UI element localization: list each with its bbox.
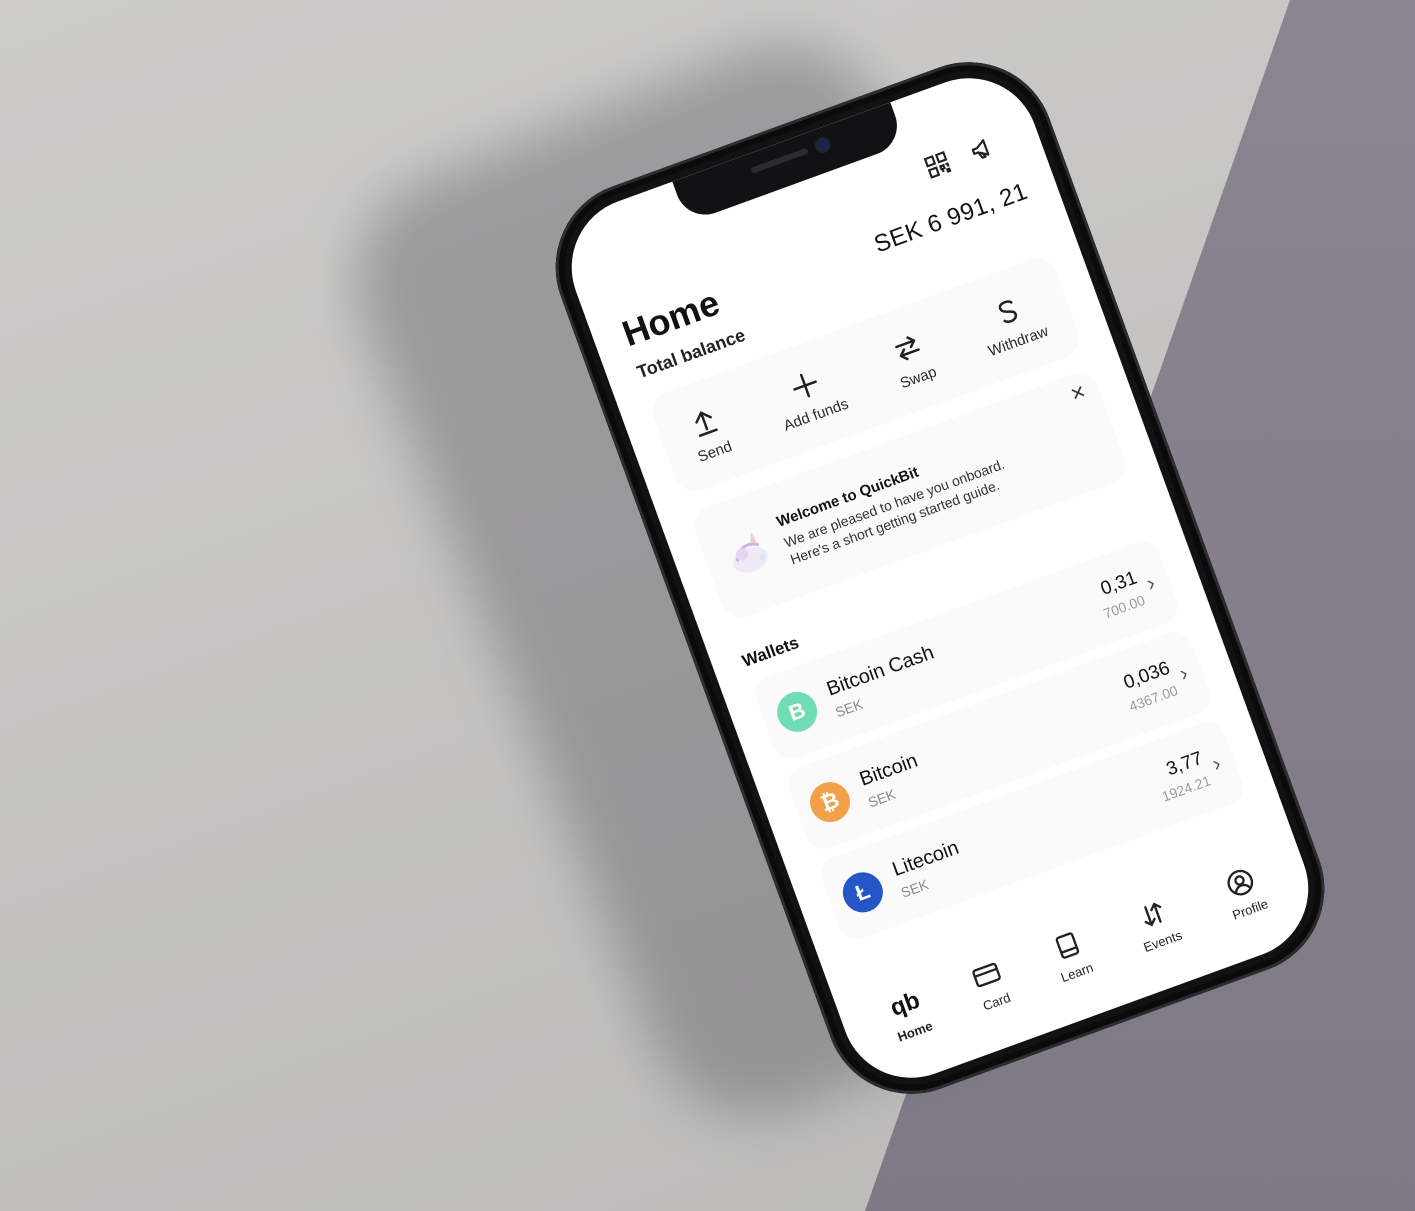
bitcoin-icon: ₿ bbox=[804, 776, 856, 828]
profile-icon bbox=[1227, 869, 1254, 895]
swap-label: Swap bbox=[897, 362, 939, 392]
withdraw-button[interactable]: Withdraw bbox=[972, 285, 1050, 360]
tab-learn-label: Learn bbox=[1058, 959, 1096, 985]
tab-home-label: Home bbox=[895, 1017, 935, 1045]
tab-home[interactable]: qb Home bbox=[883, 984, 935, 1045]
withdraw-label: Withdraw bbox=[985, 322, 1051, 360]
bitcoin-cash-icon: B bbox=[771, 686, 823, 738]
tab-events[interactable]: Events bbox=[1129, 893, 1184, 955]
earpiece-speaker bbox=[750, 147, 809, 174]
add-funds-label: Add funds bbox=[781, 395, 851, 435]
unicorn-illustration-icon bbox=[732, 531, 768, 573]
tab-learn[interactable]: Learn bbox=[1046, 925, 1096, 985]
send-label: Send bbox=[695, 437, 735, 466]
send-button[interactable]: Send bbox=[682, 400, 735, 466]
chevron-right-icon: › bbox=[1175, 659, 1192, 686]
chevron-right-icon: › bbox=[1208, 750, 1225, 777]
plus-icon bbox=[793, 373, 817, 397]
swap-button[interactable]: Swap bbox=[884, 325, 939, 392]
card-icon bbox=[972, 962, 1002, 987]
total-balance-value: SEK 6 991, 21 bbox=[870, 177, 1032, 259]
chevron-right-icon: › bbox=[1142, 569, 1159, 596]
swap-arrows-icon bbox=[895, 335, 920, 360]
up-down-arrows-icon bbox=[1144, 902, 1162, 926]
book-icon bbox=[1055, 932, 1079, 959]
add-funds-button[interactable]: Add funds bbox=[768, 357, 851, 434]
top-icons bbox=[921, 132, 999, 182]
tab-card[interactable]: Card bbox=[968, 955, 1012, 1013]
qr-code-icon[interactable] bbox=[921, 148, 954, 181]
tab-profile[interactable]: Profile bbox=[1218, 862, 1270, 922]
litecoin-icon: Ł bbox=[837, 866, 889, 918]
front-camera bbox=[815, 137, 831, 153]
dollar-icon bbox=[998, 300, 1017, 323]
arrow-up-icon bbox=[694, 410, 718, 437]
megaphone-icon[interactable] bbox=[966, 132, 999, 165]
qb-logo-icon: qb bbox=[886, 985, 924, 1022]
tab-card-label: Card bbox=[980, 989, 1013, 1014]
wallets-heading: Wallets bbox=[739, 632, 802, 671]
